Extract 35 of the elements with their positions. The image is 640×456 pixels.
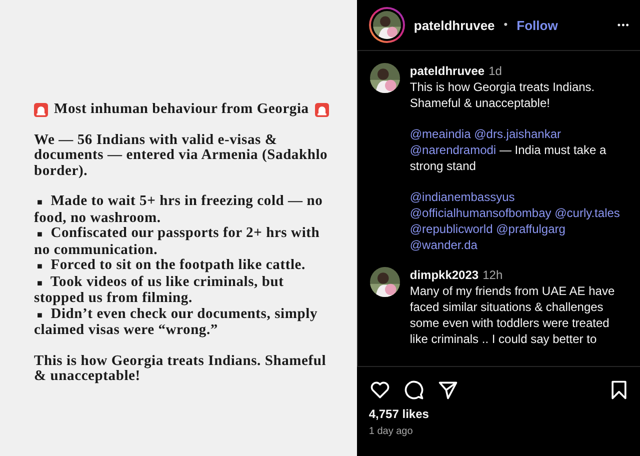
mention-link[interactable]: @wander.da (410, 238, 478, 252)
comment-text: This is how Georgia treats Indians. Shameful & unacceptable! (410, 79, 596, 111)
comment-username[interactable]: dimpkk2023 (410, 268, 479, 282)
bullet-item: ■ Made to wait 5+ hrs in freezing cold — no food, no washroom. (34, 194, 324, 226)
bullet-item: ■ Didn’t even check our documents, simply claimed visas were “wrong.” (34, 306, 318, 338)
heart-icon[interactable] (368, 379, 391, 401)
post-heading: Most inhuman behaviour from Georgia (54, 102, 309, 118)
mention-link[interactable]: @republicworld (410, 222, 493, 236)
comment-icon[interactable] (402, 379, 425, 401)
post-paragraph: This is how Georgia treats Indians. Shameful & unacceptable! (34, 354, 328, 384)
comment-username[interactable]: pateldhruvee (410, 64, 485, 78)
siren-icon (34, 102, 48, 117)
separator-dot: • (504, 19, 508, 31)
mention-link[interactable]: @meaindia (410, 127, 471, 141)
mention-link[interactable]: @drs.jaishankar (474, 127, 561, 141)
comment-text: Many of my friends from UAE AE have faced similar situations & challenges some even with toddlers were treated like criminals .. I could say better to (410, 283, 616, 347)
bullet-item: ■ Took videos of us like criminals, but stopped us from filming. (34, 274, 285, 306)
mention-link[interactable]: @officialhumansofbombay (410, 206, 552, 220)
mention-link[interactable]: @indianembassyus (410, 190, 515, 204)
comment-time: 1d (488, 64, 502, 78)
mention-link[interactable]: @narendramodi (410, 143, 496, 157)
comment-time: 12h (482, 268, 503, 282)
username-link[interactable]: pateldhruvee (414, 18, 495, 32)
post-paragraph: We — 56 Indians with valid e-visas & documents — entered via Armenia (Sadakhlo border). (34, 132, 329, 179)
bullet-item: ■ Confiscated our passports for 2+ hrs with no communication. (34, 226, 321, 258)
more-options-button[interactable]: ••• (617, 20, 630, 30)
mention-link[interactable]: @curly.tales (554, 206, 620, 220)
bullet-item: ■ Forced to sit on the footpath like cattle. (36, 258, 306, 274)
share-icon[interactable] (436, 379, 459, 401)
likes-count[interactable]: 4,757 likes (356, 405, 640, 423)
mention-link[interactable]: @praffulgarg (496, 222, 566, 236)
post-time: 1 day ago (368, 425, 414, 439)
comment-text: @meaindia @drs.jaishankar @narendramodi — India must take a strong stand (410, 126, 608, 174)
follow-button[interactable]: Follow (516, 18, 558, 32)
siren-icon (314, 102, 329, 117)
